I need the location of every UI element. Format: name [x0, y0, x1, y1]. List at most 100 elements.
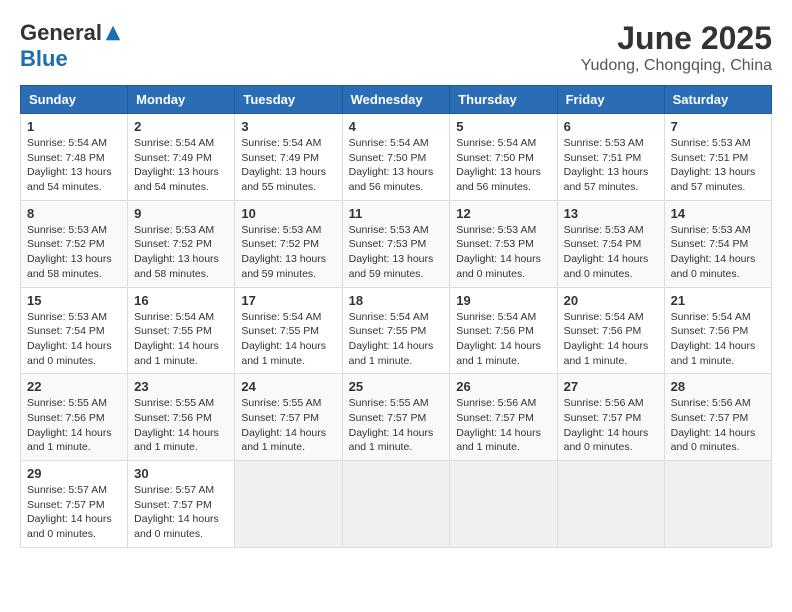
day-info: Sunrise: 5:56 AMSunset: 7:57 PMDaylight:…: [671, 396, 765, 455]
day-info: Sunrise: 5:57 AMSunset: 7:57 PMDaylight:…: [134, 483, 228, 542]
calendar-cell: 25 Sunrise: 5:55 AMSunset: 7:57 PMDayligh…: [342, 374, 450, 461]
calendar-cell: 1Sunrise: 5:54 AMSunset: 7:48 PMDaylight…: [21, 114, 128, 201]
day-number: 29: [27, 466, 121, 481]
day-info: Sunrise: 5:54 AMSunset: 7:50 PMDaylight:…: [456, 136, 550, 195]
day-number: 6: [564, 119, 658, 134]
day-number: 15: [27, 293, 121, 308]
day-number: 9: [134, 206, 228, 221]
day-info: Sunrise: 5:55 AMSunset: 7:57 PMDaylight:…: [349, 396, 444, 455]
calendar-cell: 4 Sunrise: 5:54 AMSunset: 7:50 PMDaylight…: [342, 114, 450, 201]
calendar-cell: 23Sunrise: 5:55 AMSunset: 7:56 PMDayligh…: [128, 374, 235, 461]
calendar-cell: 16 Sunrise: 5:54 AMSunset: 7:55 PMDayligh…: [128, 287, 235, 374]
calendar-cell: 30 Sunrise: 5:57 AMSunset: 7:57 PMDayligh…: [128, 461, 235, 548]
day-number: 17: [241, 293, 335, 308]
day-header-sunday: Sunday: [21, 86, 128, 114]
day-info: Sunrise: 5:53 AMSunset: 7:53 PMDaylight:…: [349, 223, 444, 282]
day-header-saturday: Saturday: [664, 86, 771, 114]
calendar-cell: [450, 461, 557, 548]
day-number: 26: [456, 379, 550, 394]
day-number: 21: [671, 293, 765, 308]
day-info: Sunrise: 5:54 AMSunset: 7:50 PMDaylight:…: [349, 136, 444, 195]
day-info: Sunrise: 5:56 AMSunset: 7:57 PMDaylight:…: [456, 396, 550, 455]
day-number: 3: [241, 119, 335, 134]
calendar-cell: 15 Sunrise: 5:53 AMSunset: 7:54 PMDayligh…: [21, 287, 128, 374]
title-block: June 2025 Yudong, Chongqing, China: [581, 20, 772, 75]
day-info: Sunrise: 5:54 AMSunset: 7:49 PMDaylight:…: [241, 136, 335, 195]
calendar-cell: 7Sunrise: 5:53 AMSunset: 7:51 PMDaylight…: [664, 114, 771, 201]
day-info: Sunrise: 5:53 AMSunset: 7:54 PMDaylight:…: [671, 223, 765, 282]
day-info: Sunrise: 5:53 AMSunset: 7:52 PMDaylight:…: [134, 223, 228, 282]
day-number: 22: [27, 379, 121, 394]
day-number: 7: [671, 119, 765, 134]
calendar-cell: 24 Sunrise: 5:55 AMSunset: 7:57 PMDayligh…: [235, 374, 342, 461]
day-number: 13: [564, 206, 658, 221]
calendar-cell: 28Sunrise: 5:56 AMSunset: 7:57 PMDayligh…: [664, 374, 771, 461]
day-number: 5: [456, 119, 550, 134]
day-info: Sunrise: 5:53 AMSunset: 7:52 PMDaylight:…: [241, 223, 335, 282]
calendar-cell: 21 Sunrise: 5:54 AMSunset: 7:56 PMDayligh…: [664, 287, 771, 374]
day-info: Sunrise: 5:54 AMSunset: 7:49 PMDaylight:…: [134, 136, 228, 195]
calendar-cell: 19Sunrise: 5:54 AMSunset: 7:56 PMDayligh…: [450, 287, 557, 374]
calendar-cell: [664, 461, 771, 548]
calendar-cell: 18 Sunrise: 5:54 AMSunset: 7:55 PMDayligh…: [342, 287, 450, 374]
day-number: 4: [349, 119, 444, 134]
calendar-cell: [235, 461, 342, 548]
calendar-cell: 27Sunrise: 5:56 AMSunset: 7:57 PMDayligh…: [557, 374, 664, 461]
logo: General Blue: [20, 20, 122, 72]
day-info: Sunrise: 5:53 AMSunset: 7:54 PMDaylight:…: [564, 223, 658, 282]
day-info: Sunrise: 5:53 AMSunset: 7:53 PMDaylight:…: [456, 223, 550, 282]
calendar-week-row: 8 Sunrise: 5:53 AMSunset: 7:52 PMDaylight…: [21, 200, 772, 287]
day-info: Sunrise: 5:55 AMSunset: 7:56 PMDaylight:…: [134, 396, 228, 455]
day-number: 18: [349, 293, 444, 308]
calendar-cell: 8Sunrise: 5:53 AMSunset: 7:52 PMDaylight…: [21, 200, 128, 287]
day-info: Sunrise: 5:54 AMSunset: 7:56 PMDaylight:…: [564, 310, 658, 369]
day-number: 10: [241, 206, 335, 221]
day-info: Sunrise: 5:53 AMSunset: 7:54 PMDaylight:…: [27, 310, 121, 369]
day-header-wednesday: Wednesday: [342, 86, 450, 114]
day-number: 25: [349, 379, 444, 394]
calendar-cell: 29Sunrise: 5:57 AMSunset: 7:57 PMDayligh…: [21, 461, 128, 548]
day-info: Sunrise: 5:54 AMSunset: 7:55 PMDaylight:…: [349, 310, 444, 369]
calendar-cell: 13 Sunrise: 5:53 AMSunset: 7:54 PMDayligh…: [557, 200, 664, 287]
calendar-week-row: 1Sunrise: 5:54 AMSunset: 7:48 PMDaylight…: [21, 114, 772, 201]
calendar-week-row: 29 Sunrise: 5:57 AMSunset: 7:57 PMDayligh…: [21, 461, 772, 548]
calendar-cell: 3 Sunrise: 5:54 AMSunset: 7:49 PMDaylight…: [235, 114, 342, 201]
calendar-week-row: 15 Sunrise: 5:53 AMSunset: 7:54 PMDayligh…: [21, 287, 772, 374]
day-header-monday: Monday: [128, 86, 235, 114]
day-number: 11: [349, 206, 444, 221]
calendar-cell: 26 Sunrise: 5:56 AMSunset: 7:57 PMDayligh…: [450, 374, 557, 461]
day-info: Sunrise: 5:56 AMSunset: 7:57 PMDaylight:…: [564, 396, 658, 455]
day-number: 20: [564, 293, 658, 308]
calendar-cell: [342, 461, 450, 548]
calendar-cell: [557, 461, 664, 548]
day-number: 2: [134, 119, 228, 134]
calendar-cell: 10 Sunrise: 5:53 AMSunset: 7:52 PMDayligh…: [235, 200, 342, 287]
day-info: Sunrise: 5:54 AMSunset: 7:48 PMDaylight:…: [27, 136, 121, 195]
day-header-tuesday: Tuesday: [235, 86, 342, 114]
day-info: Sunrise: 5:55 AMSunset: 7:57 PMDaylight:…: [241, 396, 335, 455]
day-info: Sunrise: 5:55 AMSunset: 7:56 PMDaylight:…: [27, 396, 121, 455]
calendar-cell: 9 Sunrise: 5:53 AMSunset: 7:52 PMDaylight…: [128, 200, 235, 287]
day-info: Sunrise: 5:54 AMSunset: 7:55 PMDaylight:…: [241, 310, 335, 369]
day-info: Sunrise: 5:54 AMSunset: 7:55 PMDaylight:…: [134, 310, 228, 369]
day-info: Sunrise: 5:54 AMSunset: 7:56 PMDaylight:…: [671, 310, 765, 369]
day-number: 16: [134, 293, 228, 308]
calendar-table: SundayMondayTuesdayWednesdayThursdayFrid…: [20, 85, 772, 548]
calendar-cell: 14 Sunrise: 5:53 AMSunset: 7:54 PMDayligh…: [664, 200, 771, 287]
day-number: 8: [27, 206, 121, 221]
day-header-thursday: Thursday: [450, 86, 557, 114]
calendar-cell: 22 Sunrise: 5:55 AMSunset: 7:56 PMDayligh…: [21, 374, 128, 461]
month-year-title: June 2025: [581, 20, 772, 57]
calendar-week-row: 22 Sunrise: 5:55 AMSunset: 7:56 PMDayligh…: [21, 374, 772, 461]
calendar-cell: 20 Sunrise: 5:54 AMSunset: 7:56 PMDayligh…: [557, 287, 664, 374]
calendar-cell: 11 Sunrise: 5:53 AMSunset: 7:53 PMDayligh…: [342, 200, 450, 287]
day-number: 24: [241, 379, 335, 394]
day-number: 19: [456, 293, 550, 308]
logo-icon: [104, 24, 122, 42]
calendar-header-row: SundayMondayTuesdayWednesdayThursdayFrid…: [21, 86, 772, 114]
day-number: 14: [671, 206, 765, 221]
calendar-cell: 17 Sunrise: 5:54 AMSunset: 7:55 PMDayligh…: [235, 287, 342, 374]
day-number: 30: [134, 466, 228, 481]
calendar-cell: 6Sunrise: 5:53 AMSunset: 7:51 PMDaylight…: [557, 114, 664, 201]
location-subtitle: Yudong, Chongqing, China: [581, 57, 772, 75]
